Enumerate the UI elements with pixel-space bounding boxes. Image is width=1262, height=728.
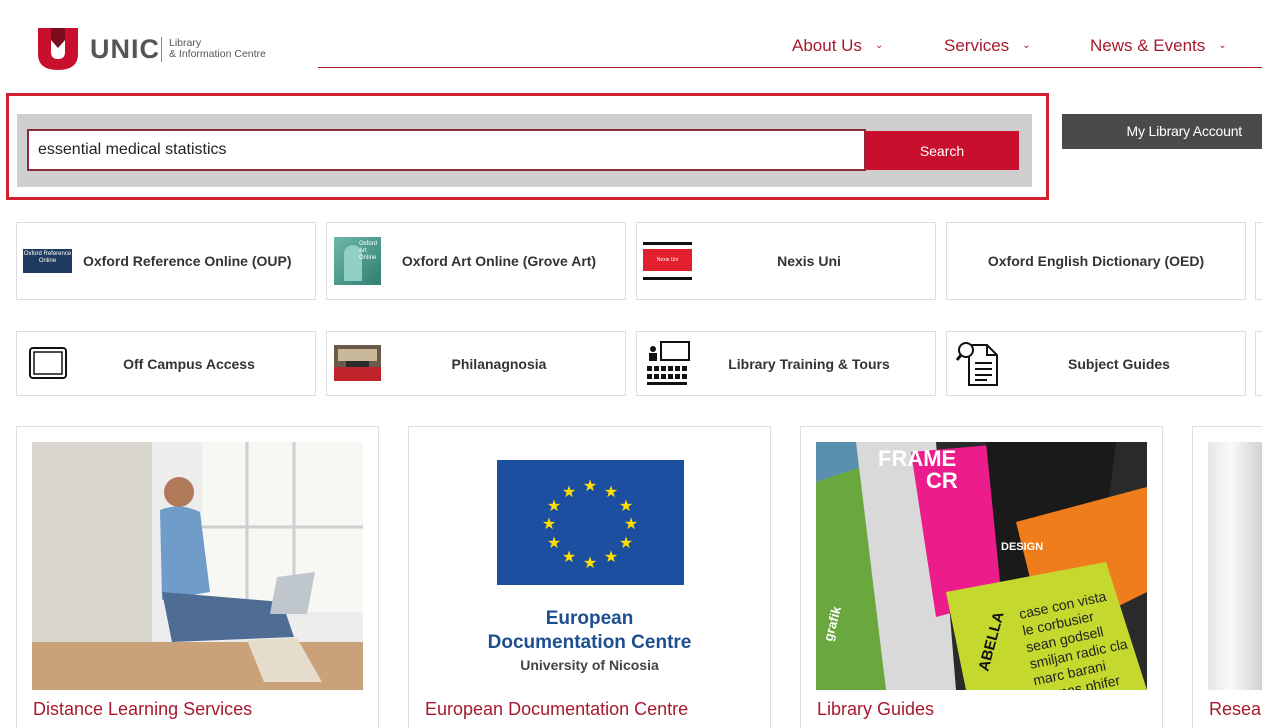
nav-about-us-label: About Us [792, 36, 862, 55]
tile-label: Library Training & Tours [728, 355, 890, 372]
my-library-account-button[interactable]: My Library Account [1062, 114, 1262, 149]
tile-nexis-uni[interactable]: Nexis Uni Nexis Uni [636, 222, 936, 300]
tile-label: Oxford Art Online (Grove Art) [401, 253, 597, 269]
nexis-uni-icon: Nexis Uni [643, 242, 692, 280]
card-distance-learning[interactable]: Distance Learning Services [16, 426, 379, 728]
tile-subject-guides[interactable]: Subject Guides [946, 331, 1246, 396]
card-title: Distance Learning Services [33, 699, 253, 719]
svg-text:★: ★ [619, 496, 633, 515]
edc-image: ★ ★ ★ ★ ★ ★ ★ ★ ★ ★ ★ ★ European Documentation C… [424, 442, 755, 690]
tile-label: Nexis Uni [777, 253, 841, 269]
tile-label: Off Campus Access [123, 355, 255, 372]
document-search-icon [955, 342, 998, 386]
nav-services[interactable]: Services ⌄ [944, 36, 1031, 56]
edc-caption-line2: Documentation Centre [487, 632, 692, 653]
edc-caption-line1: European [545, 608, 634, 629]
search-button[interactable]: Search [865, 131, 1019, 170]
logo-subtitle-line2: & Information Centre [169, 48, 266, 60]
svg-text:★: ★ [624, 514, 638, 533]
logo-divider [161, 37, 162, 62]
nav-news-events-label: News & Events [1090, 36, 1206, 55]
oxford-reference-icon: Oxford Reference Online [23, 249, 72, 273]
tile-label: Oxford English Dictionary (OED) [987, 253, 1205, 269]
nav-services-label: Services [944, 36, 1010, 55]
svg-text:★: ★ [542, 514, 556, 533]
tile-oxford-reference[interactable]: Oxford Reference Online Oxford Reference… [16, 222, 316, 300]
research-image [1208, 442, 1262, 690]
oxford-art-icon-text: Oxford Art Online [359, 241, 378, 261]
logo-wordmark: UNIC [90, 34, 160, 64]
search-input[interactable] [27, 129, 866, 171]
tile-row1-overflow [1255, 222, 1262, 300]
tile-label: Oxford Reference Online (OUP) [83, 253, 292, 269]
svg-text:★: ★ [547, 533, 561, 552]
magazine-text: CR [926, 468, 958, 493]
oxford-art-icon: Oxford Art Online [334, 237, 381, 285]
tile-label: Philanagnosia [451, 355, 547, 372]
card-title: European Documentation Centre [425, 699, 689, 719]
svg-text:★: ★ [619, 533, 633, 552]
oxford-reference-icon-text: Oxford Reference Online [23, 251, 72, 264]
nav-news-events[interactable]: News & Events ⌄ [1090, 36, 1227, 56]
svg-text:★: ★ [583, 476, 597, 495]
svg-text:★: ★ [547, 496, 561, 515]
tile-off-campus-access[interactable]: Off Campus Access [16, 331, 316, 396]
svg-text:★: ★ [604, 547, 618, 566]
card-title: Library Guides [817, 699, 935, 719]
magazine-text: DESIGN [1001, 541, 1043, 553]
chevron-down-icon: ⌄ [1022, 40, 1031, 51]
eu-flag-icon: ★ ★★ ★★★ ★★★ ★★★ [497, 460, 684, 585]
nav-about-us[interactable]: About Us ⌄ [792, 36, 883, 56]
site-logo[interactable]: UNIC Library & Information Centre [38, 26, 278, 72]
chevron-down-icon: ⌄ [1218, 40, 1227, 51]
tile-philanagnosia[interactable]: Philanagnosia [326, 331, 626, 396]
nav-underline [318, 67, 1262, 68]
distance-learning-image [32, 442, 363, 690]
svg-text:★: ★ [562, 482, 576, 501]
card-european-documentation-centre[interactable]: ★ ★ ★ ★ ★ ★ ★ ★ ★ ★ ★ ★ European Documentation C… [408, 426, 771, 728]
logo-subtitle: Library & Information Centre [169, 38, 266, 60]
svg-text:★: ★ [562, 547, 576, 566]
unic-logo-icon [38, 28, 78, 70]
svg-text:★: ★ [604, 482, 618, 501]
nexis-uni-icon-text: Nexis Uni [643, 249, 692, 271]
tile-label: Subject Guides [1068, 355, 1170, 372]
edc-caption: European Documentation Centre University… [424, 607, 755, 675]
library-hall-icon [334, 345, 381, 381]
card-research[interactable]: Research [1192, 426, 1262, 728]
edc-caption-line3: University of Nicosia [520, 657, 659, 673]
tile-oxford-english-dictionary[interactable]: Oxford English Dictionary (OED) [946, 222, 1246, 300]
library-guides-image: FRAME CR grafik DESIGN ABELLA case con v… [816, 442, 1147, 690]
tile-oxford-art[interactable]: Oxford Art Online Oxford Art Online (Gro… [326, 222, 626, 300]
tile-row2-overflow [1255, 331, 1262, 396]
chevron-down-icon: ⌄ [874, 40, 884, 51]
svg-text:★: ★ [583, 553, 597, 572]
tile-library-training-tours[interactable]: Library Training & Tours [636, 331, 936, 396]
card-title: Research [1209, 699, 1262, 719]
card-library-guides[interactable]: FRAME CR grafik DESIGN ABELLA case con v… [800, 426, 1163, 728]
tablet-icon [29, 347, 67, 379]
classroom-icon [647, 341, 690, 385]
